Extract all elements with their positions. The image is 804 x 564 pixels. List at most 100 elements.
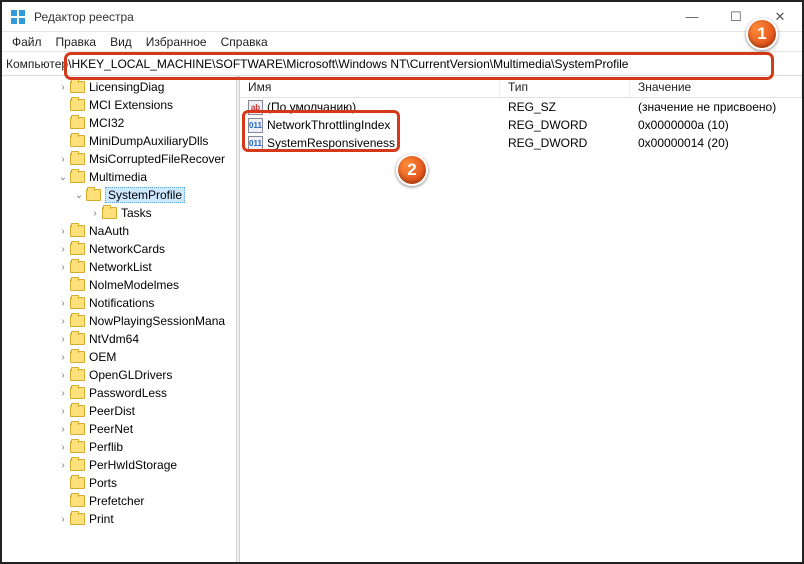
tree-item[interactable]: › Print [2, 510, 236, 528]
chevron-right-icon[interactable]: › [56, 242, 70, 256]
content-body: ›LicensingDiag MCI Extensions MCI32 MiniDum… [2, 76, 802, 562]
chevron-right-icon[interactable]: › [88, 206, 102, 220]
tree-item-label: NolmeModelmes [89, 278, 179, 292]
menubar: Файл Правка Вид Избранное Справка [2, 32, 802, 52]
tree-item[interactable]: ›OpenGLDrivers [2, 366, 236, 384]
tree-item[interactable]: › NetworkCards [2, 240, 236, 258]
tree-item[interactable]: ›PeerDist [2, 402, 236, 420]
folder-icon [70, 387, 85, 399]
value-type: REG_DWORD [500, 118, 630, 132]
tree-item-label: PeerNet [89, 422, 133, 436]
chevron-right-icon[interactable]: › [56, 440, 70, 454]
chevron-placeholder [56, 134, 70, 148]
registry-tree[interactable]: ›LicensingDiag MCI Extensions MCI32 MiniDum… [2, 76, 237, 562]
menu-help[interactable]: Справка [215, 34, 274, 50]
chevron-placeholder [56, 494, 70, 508]
folder-icon [70, 369, 85, 381]
tree-item-label: MsiCorruptedFileRecover [89, 152, 225, 166]
tree-item-label: Notifications [89, 296, 154, 310]
tree-item[interactable]: ⌄Multimedia [2, 168, 236, 186]
tree-item-label: Print [89, 512, 114, 526]
chevron-right-icon[interactable]: › [56, 350, 70, 364]
tree-item[interactable]: Prefetcher [2, 492, 236, 510]
menu-view[interactable]: Вид [104, 34, 138, 50]
tree-item[interactable]: › PasswordLess [2, 384, 236, 402]
chevron-right-icon[interactable]: › [56, 332, 70, 346]
folder-icon [70, 297, 85, 309]
value-row[interactable]: 011 NetworkThrottlingIndex REG_DWORD0x0000… [240, 116, 802, 134]
tree-item[interactable]: ›LicensingDiag [2, 78, 236, 96]
folder-icon [70, 261, 85, 273]
dword-value-icon: 011 [248, 118, 263, 133]
folder-icon [70, 477, 85, 489]
col-header-name[interactable]: Имя [240, 76, 500, 97]
folder-icon [70, 135, 85, 147]
tree-item[interactable]: MCI Extensions [2, 96, 236, 114]
chevron-placeholder [56, 98, 70, 112]
tree-item-label: NetworkCards [89, 242, 165, 256]
value-data: 0x0000000a (10) [630, 118, 802, 132]
chevron-down-icon[interactable]: ⌄ [72, 188, 86, 202]
chevron-right-icon[interactable]: › [56, 422, 70, 436]
tree-item[interactable]: › Tasks [2, 204, 236, 222]
tree-item-label: MCI32 [89, 116, 124, 130]
tree-item-label: Tasks [121, 206, 152, 220]
minimize-button[interactable]: — [670, 2, 714, 32]
tree-item[interactable]: MCI32 [2, 114, 236, 132]
value-row[interactable]: ab(По умолчанию)REG_SZ(значение не присв… [240, 98, 802, 116]
tree-item[interactable]: › NetworkList [2, 258, 236, 276]
value-row[interactable]: 011SystemResponsivenessREG_DWORD0x000000… [240, 134, 802, 152]
chevron-right-icon[interactable]: › [56, 152, 70, 166]
chevron-right-icon[interactable]: › [56, 404, 70, 418]
tree-item-label: MCI Extensions [89, 98, 173, 112]
tree-item[interactable]: MiniDumpAuxiliaryDlls [2, 132, 236, 150]
tree-item[interactable]: ›Perflib [2, 438, 236, 456]
col-header-value[interactable]: Значение [630, 76, 802, 97]
tree-item[interactable]: NolmeModelmes [2, 276, 236, 294]
folder-icon [70, 459, 85, 471]
tree-item[interactable]: ⌄SystemProfile [2, 186, 236, 204]
col-header-type[interactable]: Тип [500, 76, 630, 97]
folder-icon [70, 441, 85, 453]
registry-editor-window: Редактор реестра — ☐ ✕ Файл Правка Вид И… [0, 0, 804, 564]
tree-item[interactable]: › MsiCorruptedFileRecover [2, 150, 236, 168]
tree-item[interactable]: › PeerNet [2, 420, 236, 438]
tree-item[interactable]: Ports [2, 474, 236, 492]
folder-icon [70, 405, 85, 417]
chevron-right-icon[interactable]: › [56, 512, 70, 526]
chevron-right-icon[interactable]: › [56, 368, 70, 382]
folder-icon [70, 243, 85, 255]
tree-item[interactable]: ›NtVdm64 [2, 330, 236, 348]
chevron-right-icon[interactable]: › [56, 296, 70, 310]
menu-favorites[interactable]: Избранное [140, 34, 213, 50]
chevron-right-icon[interactable]: › [56, 80, 70, 94]
chevron-right-icon[interactable]: › [56, 314, 70, 328]
menu-edit[interactable]: Правка [50, 34, 103, 50]
chevron-right-icon[interactable]: › [56, 386, 70, 400]
address-root-label: Компьютер [6, 57, 68, 71]
chevron-right-icon[interactable]: › [56, 458, 70, 472]
menu-file[interactable]: Файл [6, 34, 48, 50]
values-pane: Имя Тип Значение ab(По умолчанию)REG_SZ(… [240, 76, 802, 562]
tree-item[interactable]: › NaAuth [2, 222, 236, 240]
tree-item[interactable]: › Notifications [2, 294, 236, 312]
address-bar[interactable]: Компьютер \HKEY_LOCAL_MACHINE\SOFTWARE\M… [2, 52, 802, 76]
tree-item-label: NetworkList [89, 260, 152, 274]
tree-item-label: NaAuth [89, 224, 129, 238]
chevron-right-icon[interactable]: › [56, 224, 70, 238]
tree-item-label: OEM [89, 350, 116, 364]
tree-item-label: PasswordLess [89, 386, 167, 400]
values-rows: ab(По умолчанию)REG_SZ(значение не присв… [240, 98, 802, 152]
chevron-right-icon[interactable]: › [56, 260, 70, 274]
value-data: (значение не присвоено) [630, 100, 802, 114]
tree-item[interactable]: ›PerHwIdStorage [2, 456, 236, 474]
annotation-badge-2: 2 [396, 154, 428, 186]
tree-item[interactable]: ›NowPlayingSessionMana [2, 312, 236, 330]
value-name: NetworkThrottlingIndex [267, 118, 390, 132]
tree-item-label: Ports [89, 476, 117, 490]
chevron-placeholder [56, 116, 70, 130]
folder-icon [70, 279, 85, 291]
titlebar: Редактор реестра — ☐ ✕ [2, 2, 802, 32]
chevron-down-icon[interactable]: ⌄ [56, 170, 70, 184]
tree-item[interactable]: › OEM [2, 348, 236, 366]
